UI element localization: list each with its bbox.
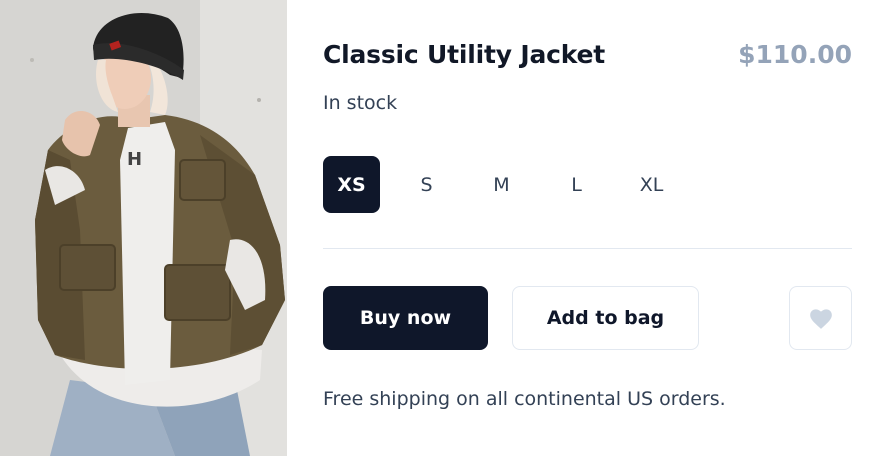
size-option-m[interactable]: M [473,156,530,213]
size-option-l[interactable]: L [548,156,605,213]
buy-now-button[interactable]: Buy now [323,286,488,350]
product-image: H [0,0,287,456]
product-card: H Classic Utility Jacket $110.00 In stoc… [0,0,889,456]
heart-icon [808,306,834,330]
size-option-xl[interactable]: XL [623,156,680,213]
size-option-xs[interactable]: XS [323,156,380,213]
add-to-bag-button[interactable]: Add to bag [512,286,699,350]
size-option-s[interactable]: S [398,156,455,213]
product-price: $110.00 [738,40,852,69]
product-title: Classic Utility Jacket [323,40,606,69]
svg-text:H: H [127,149,142,170]
stock-status: In stock [323,92,398,114]
divider [323,248,852,249]
size-selector: XS S M L XL [323,156,680,213]
product-details: Classic Utility Jacket $110.00 In stock … [287,0,889,456]
favorite-button[interactable] [789,286,852,350]
product-photo-illustration: H [0,0,287,456]
shipping-note: Free shipping on all continental US orde… [323,388,726,410]
